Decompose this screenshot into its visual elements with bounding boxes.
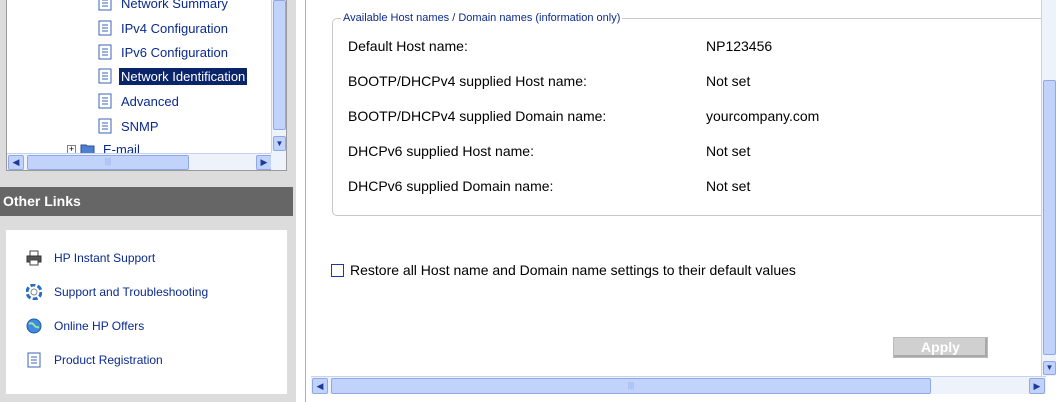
document-icon: [98, 44, 112, 60]
document-icon: [98, 68, 112, 84]
scrollbar-thumb[interactable]: |||: [27, 155, 189, 170]
link-product-registration[interactable]: Product Registration: [26, 352, 163, 368]
link-hp-instant-support[interactable]: HP Instant Support: [26, 250, 155, 266]
tree-item-ipv4-configuration[interactable]: IPv4 Configuration: [98, 17, 230, 39]
restore-defaults-checkbox[interactable]: [331, 263, 344, 277]
document-icon: [98, 93, 112, 109]
globe-icon: [26, 318, 42, 334]
tree-item-label: Network Summary: [121, 0, 228, 11]
link-label: HP Instant Support: [54, 251, 156, 265]
link-label: Support and Troubleshooting: [54, 285, 209, 299]
row-value: NP123456: [706, 38, 773, 54]
row-label: DHCPv6 supplied Host name:: [348, 143, 534, 159]
info-row-dhcpv6-host: DHCPv6 supplied Host name: Not set: [348, 143, 750, 159]
tree-item-network-summary[interactable]: Network Summary: [98, 0, 230, 14]
restore-defaults-option[interactable]: Restore all Host name and Domain name se…: [331, 262, 796, 278]
tree-item-label: Network Identification: [119, 67, 248, 85]
tree-item-advanced[interactable]: Advanced: [98, 90, 181, 112]
scrollbar-thumb[interactable]: [1043, 80, 1056, 355]
scroll-left-icon[interactable]: ◀: [8, 155, 24, 170]
row-value: Not set: [706, 178, 751, 194]
tree-item-network-identification[interactable]: Network Identification: [98, 65, 248, 87]
scrollbar-corner: [271, 153, 286, 170]
other-links-header: Other Links: [0, 187, 293, 216]
link-online-hp-offers[interactable]: Online HP Offers: [26, 318, 144, 334]
row-value: Not set: [706, 73, 751, 89]
lifebuoy-icon: [26, 284, 42, 300]
printer-icon: [26, 250, 42, 266]
scrollbar-thumb[interactable]: |||: [331, 378, 931, 394]
info-row-dhcpv4-host: BOOTP/DHCPv4 supplied Host name: Not set: [348, 73, 750, 89]
other-links-panel: HP Instant Support Support and Troublesh…: [6, 230, 287, 394]
tree-item-label: SNMP: [121, 118, 159, 134]
info-row-dhcpv4-domain: BOOTP/DHCPv4 supplied Domain name: yourc…: [348, 108, 819, 124]
content-vertical-scrollbar[interactable]: ▼: [1041, 0, 1056, 376]
tree-item-snmp[interactable]: SNMP: [98, 115, 161, 137]
info-row-dhcpv6-domain: DHCPv6 supplied Domain name: Not set: [348, 178, 750, 194]
scrollbar-thumb[interactable]: [273, 0, 286, 130]
restore-defaults-label: Restore all Host name and Domain name se…: [350, 262, 796, 278]
tree-item-ipv6-configuration[interactable]: IPv6 Configuration: [98, 41, 230, 63]
row-label: BOOTP/DHCPv4 supplied Domain name:: [348, 108, 607, 124]
tree-item-label: IPv6 Configuration: [121, 44, 228, 60]
row-label: BOOTP/DHCPv4 supplied Host name:: [348, 73, 587, 89]
document-icon: [98, 0, 112, 11]
row-value: Not set: [706, 143, 751, 159]
link-support-troubleshooting[interactable]: Support and Troubleshooting: [26, 284, 208, 300]
row-label: Default Host name:: [348, 38, 468, 54]
scroll-down-icon[interactable]: ▼: [1043, 361, 1056, 375]
link-label: Online HP Offers: [54, 319, 145, 333]
document-icon: [98, 20, 112, 36]
info-row-default-host: Default Host name: NP123456: [348, 38, 772, 54]
scroll-right-icon[interactable]: ▶: [1029, 378, 1045, 394]
navigation-tree: Network Summary IPv4 Configuration IPv6 …: [6, 0, 287, 171]
document-icon: [27, 352, 41, 368]
link-label: Product Registration: [54, 353, 163, 367]
tree-vertical-scrollbar[interactable]: ▼: [271, 0, 286, 153]
scroll-down-icon[interactable]: ▼: [273, 136, 286, 151]
tree-item-label: IPv4 Configuration: [121, 20, 228, 36]
left-column: Network Summary IPv4 Configuration IPv6 …: [0, 0, 296, 402]
tree-item-label: Advanced: [121, 93, 179, 109]
document-icon: [98, 118, 112, 134]
main-content: Available Host names / Domain names (inf…: [305, 0, 1056, 402]
content-horizontal-scrollbar[interactable]: ◀ ||| ▶: [311, 376, 1046, 394]
fieldset-legend: Available Host names / Domain names (inf…: [341, 12, 623, 24]
apply-button[interactable]: Apply: [893, 337, 988, 358]
row-value: yourcompany.com: [706, 108, 820, 124]
scroll-left-icon[interactable]: ◀: [312, 378, 328, 394]
row-label: DHCPv6 supplied Domain name:: [348, 178, 554, 194]
tree-horizontal-scrollbar[interactable]: ◀ ||| ▶: [7, 153, 273, 170]
scroll-right-icon[interactable]: ▶: [256, 155, 272, 170]
